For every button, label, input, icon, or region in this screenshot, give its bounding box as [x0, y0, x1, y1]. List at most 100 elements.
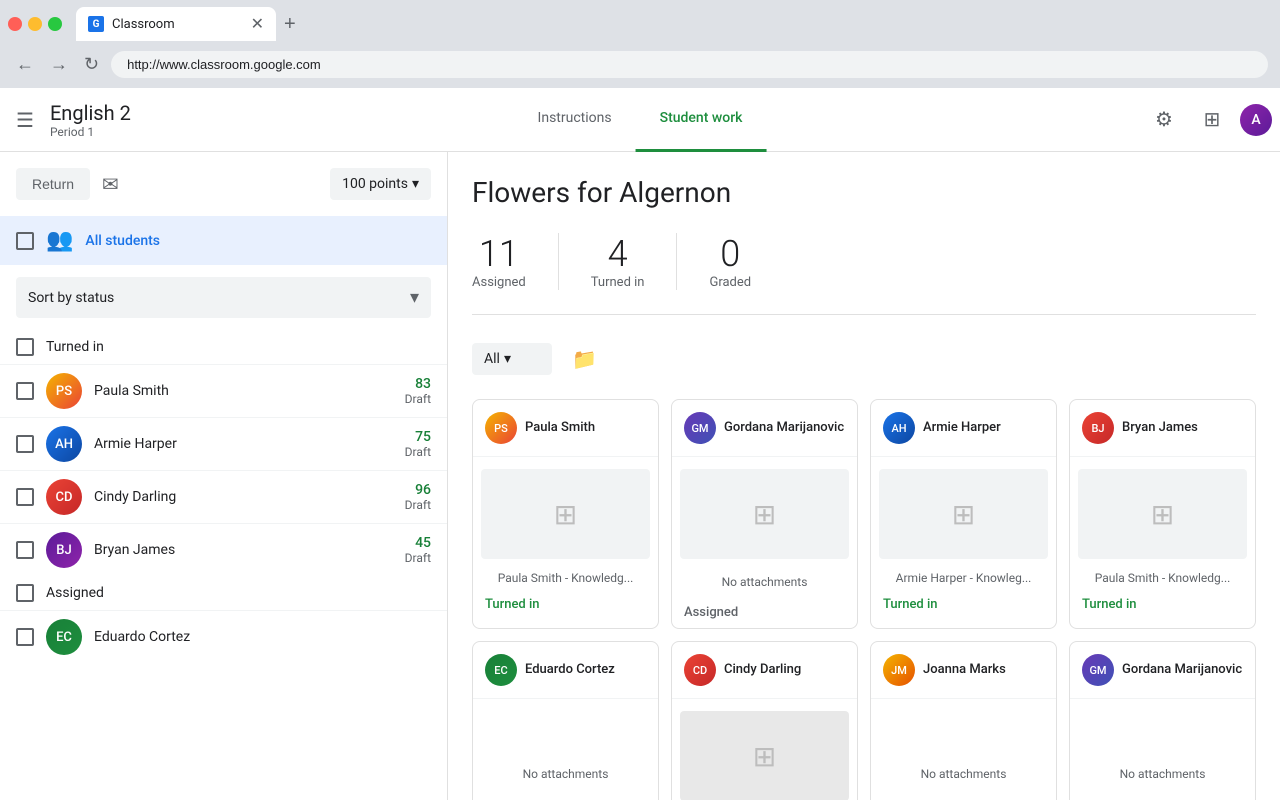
window-controls [8, 17, 62, 31]
student-card[interactable]: JM Joanna Marks No attachments [870, 641, 1057, 800]
student-card[interactable]: PS Paula Smith ⊞ Paula Smith - Knowledg.… [472, 399, 659, 629]
card-avatar: GM [684, 412, 716, 444]
assigned-count: 11 [472, 233, 526, 275]
attachment-label: Paula Smith - Knowledg... [1070, 567, 1255, 589]
student-name: Cindy Darling [94, 489, 393, 505]
assignment-title: Flowers for Algernon [472, 176, 1256, 209]
points-label: 100 points [342, 176, 408, 192]
attachment-thumbnail: ⊞ [481, 469, 650, 559]
no-attachment-spacer [473, 703, 658, 759]
assigned-label: Assigned [46, 585, 104, 601]
active-tab[interactable]: G Classroom ✕ [76, 7, 276, 41]
reload-button[interactable]: ↻ [80, 50, 103, 79]
stats-row: 11 Assigned 4 Turned in 0 Graded [472, 233, 1256, 315]
header-tabs: Instructions Student work [514, 88, 767, 152]
filter-dropdown[interactable]: All ▾ [472, 343, 552, 375]
return-button[interactable]: Return [16, 168, 90, 200]
assigned-label: Assigned [472, 275, 526, 290]
tab-instructions[interactable]: Instructions [514, 88, 636, 152]
menu-icon[interactable]: ☰ [8, 100, 42, 140]
forward-button[interactable]: → [46, 50, 72, 79]
student-checkbox[interactable] [16, 541, 34, 559]
student-checkbox[interactable] [16, 488, 34, 506]
card-content: ⊞ No attachments Assigned [672, 457, 857, 628]
maximize-window-btn[interactable] [48, 17, 62, 31]
card-avatar: CD [684, 654, 716, 686]
list-item[interactable]: BJ Bryan James 45 Draft [0, 523, 447, 576]
card-content: No attachments [1070, 699, 1255, 789]
minimize-window-btn[interactable] [28, 17, 42, 31]
card-student-name: Joanna Marks [923, 662, 1006, 679]
student-grade: 75 Draft [405, 429, 431, 459]
apps-button[interactable]: ⊞ [1192, 100, 1232, 140]
student-card[interactable]: EC Eduardo Cortez No attachments [472, 641, 659, 800]
student-card[interactable]: CD Cindy Darling ⊞ Cindy Darling - Knowl… [671, 641, 858, 800]
attachment-thumbnail: ⊞ [1078, 469, 1247, 559]
student-name: Bryan James [94, 542, 393, 558]
student-card[interactable]: GM Gordana Marijanovic No attachments [1069, 641, 1256, 800]
turned-in-label: Turned in [46, 339, 104, 355]
card-header: AH Armie Harper [871, 400, 1056, 457]
card-content: No attachments [473, 699, 658, 789]
card-header: GM Gordana Marijanovic [672, 400, 857, 457]
points-selector[interactable]: 100 points ▾ [330, 168, 431, 200]
list-item[interactable]: CD Cindy Darling 96 Draft [0, 470, 447, 523]
assigned-section-header: Assigned [0, 576, 447, 610]
mail-icon[interactable]: ✉ [102, 172, 119, 196]
card-status: Turned in [473, 589, 658, 620]
student-checkbox[interactable] [16, 382, 34, 400]
list-item[interactable]: EC Eduardo Cortez [0, 610, 447, 663]
avatar-image: A [1240, 104, 1272, 136]
student-grade: 83 Draft [405, 376, 431, 406]
stat-assigned: 11 Assigned [472, 233, 559, 290]
tab-student-work[interactable]: Student work [636, 88, 767, 152]
card-header: BJ Bryan James [1070, 400, 1255, 457]
filter-value: All [484, 351, 500, 367]
attachment-label: No attachments [473, 759, 658, 789]
card-content: ⊞ Cindy Darling - Knowle.. [672, 699, 857, 800]
card-avatar: PS [485, 412, 517, 444]
card-avatar: EC [485, 654, 517, 686]
student-checkbox[interactable] [16, 628, 34, 646]
main-layout: Return ✉ 100 points ▾ 👥 All students Sor… [0, 152, 1280, 800]
card-avatar: AH [883, 412, 915, 444]
student-grade: 45 Draft [405, 535, 431, 565]
assigned-checkbox[interactable] [16, 584, 34, 602]
student-name: Paula Smith [94, 383, 393, 399]
all-students-row[interactable]: 👥 All students [0, 216, 447, 265]
all-students-checkbox[interactable] [16, 232, 34, 250]
turned-in-checkbox[interactable] [16, 338, 34, 356]
card-header: PS Paula Smith [473, 400, 658, 457]
student-card[interactable]: BJ Bryan James ⊞ Paula Smith - Knowledg.… [1069, 399, 1256, 629]
card-status: Turned in [1070, 589, 1255, 620]
student-checkbox[interactable] [16, 435, 34, 453]
attachment-label: No attachments [672, 567, 857, 597]
close-window-btn[interactable] [8, 17, 22, 31]
student-card[interactable]: GM Gordana Marijanovic ⊞ No attachments … [671, 399, 858, 629]
list-item[interactable]: AH Armie Harper 75 Draft [0, 417, 447, 470]
sort-dropdown[interactable]: Sort by status ▾ [16, 277, 431, 318]
attachment-label: Armie Harper - Knowleg... [871, 567, 1056, 589]
app-header: ☰ English 2 Period 1 Instructions Studen… [0, 88, 1280, 152]
tab-close-btn[interactable]: ✕ [251, 16, 264, 32]
card-avatar: GM [1082, 654, 1114, 686]
user-avatar[interactable]: A [1240, 104, 1272, 136]
folder-icon[interactable]: 📁 [564, 339, 605, 379]
filter-row: All ▾ 📁 [472, 339, 1256, 379]
address-bar[interactable] [111, 51, 1268, 78]
cards-grid: PS Paula Smith ⊞ Paula Smith - Knowledg.… [472, 399, 1256, 800]
attachment-thumbnail: ⊞ [879, 469, 1048, 559]
settings-button[interactable]: ⚙ [1144, 100, 1184, 140]
student-name: Armie Harper [94, 436, 393, 452]
avatar: EC [46, 619, 82, 655]
student-card[interactable]: AH Armie Harper ⊞ Armie Harper - Knowleg… [870, 399, 1057, 629]
list-item[interactable]: PS Paula Smith 83 Draft [0, 364, 447, 417]
avatar: CD [46, 479, 82, 515]
card-student-name: Bryan James [1122, 420, 1198, 437]
card-student-name: Gordana Marijanovic [1122, 662, 1242, 679]
card-status: Assigned [672, 597, 857, 628]
turned-in-stat-label: Turned in [591, 275, 645, 290]
new-tab-button[interactable]: + [280, 9, 300, 40]
back-button[interactable]: ← [12, 50, 38, 79]
attachment-thumbnail: ⊞ [680, 469, 849, 559]
